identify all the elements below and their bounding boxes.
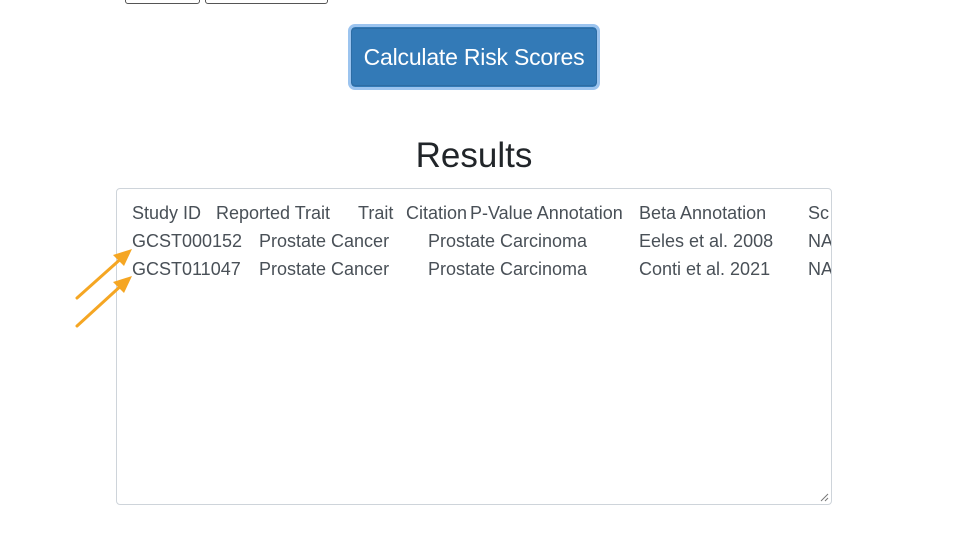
resize-grip-icon[interactable] (819, 492, 829, 502)
column-header: P-Value Annotation (470, 203, 623, 223)
trait: Prostate Carcinoma (428, 259, 588, 279)
pvalue-annotation: NA (808, 231, 832, 251)
column-header: Beta Annotation (639, 203, 767, 223)
results-row: GCST000152 Prostate Cancer Prostate Carc… (132, 227, 832, 255)
citation: Eeles et al. 2008 (639, 231, 774, 251)
reported-trait: Prostate Cancer (259, 259, 390, 279)
study-id: GCST000152 (132, 231, 243, 251)
results-row: GCST011047 Prostate Cancer Prostate Carc… (132, 255, 832, 283)
column-header: Study ID (132, 203, 202, 223)
results-header-line: Study ID Reported Trait Trait Citation P… (132, 199, 831, 227)
column-header: Sc (808, 203, 830, 223)
citation: Conti et al. 2021 (639, 259, 771, 279)
calculate-button-label: Calculate Risk Scores (351, 28, 597, 86)
column-header: Trait (358, 203, 394, 223)
column-header: Citation (406, 203, 468, 223)
results-heading: Results (415, 136, 533, 175)
results-text: Study ID Reported Trait Trait Citation P… (132, 199, 832, 499)
pvalue-annotation: NA (808, 259, 832, 279)
page: Calculate Risk Scores Results Study ID R… (0, 0, 960, 540)
top-input-partial[interactable] (125, 0, 200, 4)
column-header: Reported Trait (216, 203, 331, 223)
calculate-risk-scores-button[interactable]: Calculate Risk Scores (348, 24, 600, 90)
trait: Prostate Carcinoma (428, 231, 588, 251)
study-id: GCST011047 (132, 259, 241, 279)
results-textarea[interactable]: Study ID Reported Trait Trait Citation P… (116, 188, 832, 505)
reported-trait: Prostate Cancer (259, 231, 390, 251)
top-select-partial[interactable] (205, 0, 328, 4)
